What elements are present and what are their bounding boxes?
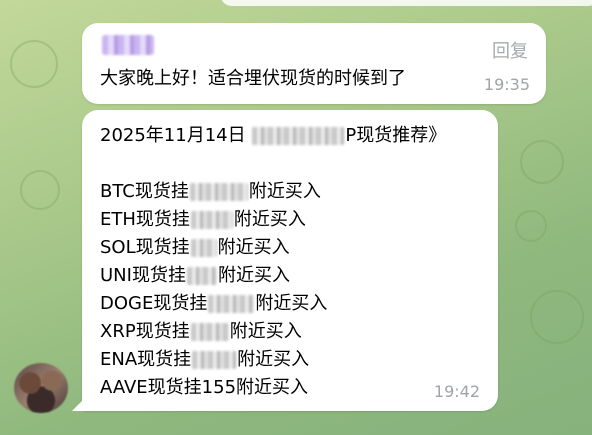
- list-item: SOL现货挂 附近买入: [100, 234, 327, 262]
- reply-button[interactable]: 回复: [492, 37, 528, 63]
- list-item: DOGE现货挂 附近买入: [100, 290, 327, 318]
- header-title: P现货推荐》: [345, 125, 447, 146]
- recommendation-list: BTC现货挂 附近买入 ETH现货挂 附近买入 SOL现货挂 附近买入 UNI现货挂附…: [100, 178, 327, 402]
- wallpaper-doodle: [520, 140, 564, 184]
- message-header: 2025年11月14日 P现货推荐》: [100, 122, 446, 150]
- redacted-price: [189, 183, 248, 201]
- list-item: ETH现货挂 附近买入: [100, 206, 327, 234]
- wallpaper-doodle: [530, 290, 584, 344]
- redacted-price: [192, 351, 237, 369]
- previous-message-edge: [220, 0, 592, 6]
- list-item: UNI现货挂 附近买入: [100, 262, 327, 290]
- header-date: 2025年11月14日: [100, 125, 252, 146]
- item-suffix: 附近买入: [229, 321, 302, 342]
- message-text: 大家晚上好！适合埋伏现货的时候到了: [100, 68, 406, 89]
- item-prefix: XRP现货挂: [100, 321, 190, 342]
- redacted-price: [190, 239, 217, 257]
- message-bubble[interactable]: 回复 大家晚上好！适合埋伏现货的时候到了 19:35: [82, 23, 546, 104]
- item-suffix: 附近买入: [217, 265, 290, 286]
- list-item: BTC现货挂 附近买入: [100, 178, 327, 206]
- item-prefix: ETH现货挂: [100, 209, 190, 230]
- item-prefix: ENA现货挂: [100, 349, 192, 370]
- wallpaper-doodle: [20, 170, 60, 210]
- item-prefix: UNI现货挂: [100, 265, 186, 286]
- bubble-tail: [72, 397, 86, 411]
- list-item: AAVE现货挂155附近买入: [100, 377, 309, 398]
- item-suffix: 附近买入: [237, 349, 310, 370]
- item-prefix: DOGE现货挂: [100, 293, 208, 314]
- redacted-price: [208, 295, 255, 313]
- list-item: ENA现货挂 附近买入: [100, 346, 327, 374]
- message-timestamp: 19:35: [483, 75, 530, 94]
- wallpaper-doodle: [10, 40, 58, 88]
- item-suffix: 附近买入: [233, 209, 306, 230]
- item-prefix: SOL现货挂: [100, 237, 190, 258]
- redacted-price: [186, 267, 217, 285]
- redacted-price: [190, 211, 233, 229]
- list-item: XRP现货挂 附近买入: [100, 318, 327, 346]
- wallpaper-doodle: [515, 210, 547, 242]
- message-bubble[interactable]: 2025年11月14日 P现货推荐》 BTC现货挂 附近买入 ETH现货挂 附近买入…: [82, 110, 498, 411]
- sender-name-redacted: [102, 35, 154, 55]
- item-suffix: 附近买入: [248, 181, 321, 202]
- item-suffix: 附近买入: [217, 237, 290, 258]
- redacted-price: [190, 323, 229, 341]
- user-avatar-icon[interactable]: [14, 363, 68, 413]
- redacted-text: [252, 127, 345, 145]
- item-prefix: BTC现货挂: [100, 181, 189, 202]
- item-suffix: 附近买入: [255, 293, 328, 314]
- message-timestamp: 19:42: [433, 382, 480, 401]
